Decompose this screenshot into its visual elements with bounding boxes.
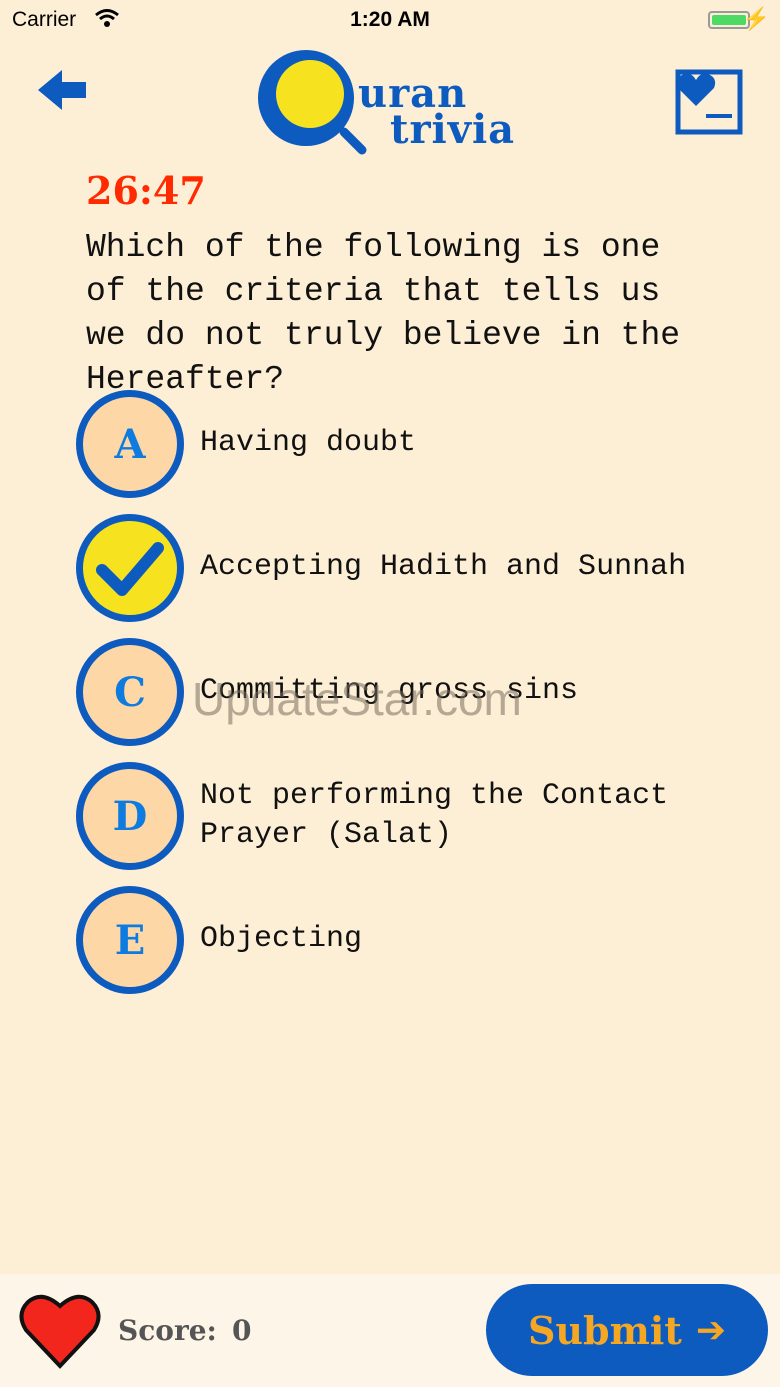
arrow-right-icon: ➔: [695, 1309, 726, 1351]
option-e[interactable]: E Objecting: [76, 886, 726, 994]
heart-icon: [19, 1294, 101, 1369]
option-e-circle: E: [76, 886, 184, 994]
option-d-text: Not performing the Contact Prayer (Salat…: [200, 779, 669, 852]
status-time: 1:20 AM: [350, 8, 430, 31]
countdown-timer: 26:47: [86, 168, 206, 213]
back-button[interactable]: [36, 66, 92, 114]
option-a-letter: A: [114, 420, 146, 468]
logo-text-trivia: trivia: [390, 106, 516, 153]
option-c-text: Committing gross sins: [200, 674, 579, 708]
score-label: Score:: [118, 1314, 217, 1347]
app-logo: uran trivia: [254, 46, 534, 156]
status-bar: Carrier 1:20 AM ⚡: [0, 0, 780, 40]
option-a-text: Having doubt: [200, 426, 417, 460]
option-d[interactable]: D Not performing the Contact Prayer (Sal…: [76, 762, 726, 870]
option-b[interactable]: Accepting Hadith and Sunnah: [76, 514, 726, 622]
back-arrow-icon: [38, 70, 86, 110]
favorites-button[interactable]: [670, 66, 746, 138]
option-b-text: Accepting Hadith and Sunnah: [200, 550, 687, 584]
charging-icon: ⚡: [742, 6, 770, 31]
option-c[interactable]: C Committing gross sins: [76, 638, 726, 746]
option-e-text: Objecting: [200, 922, 363, 956]
checkmark-icon: [96, 542, 164, 596]
submit-label: Submit: [527, 1307, 682, 1353]
option-c-letter: C: [114, 668, 146, 716]
score-value: 0: [232, 1314, 252, 1347]
submit-button[interactable]: Submit ➔: [486, 1284, 768, 1376]
option-e-letter: E: [114, 916, 146, 964]
question-text: Which of the following is one of the cri…: [86, 229, 681, 398]
logo-q-icon: [258, 50, 367, 155]
favorites-list-icon: [675, 69, 743, 135]
option-b-circle: [76, 514, 184, 622]
option-d-letter: D: [112, 792, 148, 840]
option-a-circle: A: [76, 390, 184, 498]
option-d-circle: D: [76, 762, 184, 870]
option-c-circle: C: [76, 638, 184, 746]
bottom-bar: Score: 0 Submit ➔: [0, 1274, 780, 1387]
option-a[interactable]: A Having doubt: [76, 390, 726, 498]
